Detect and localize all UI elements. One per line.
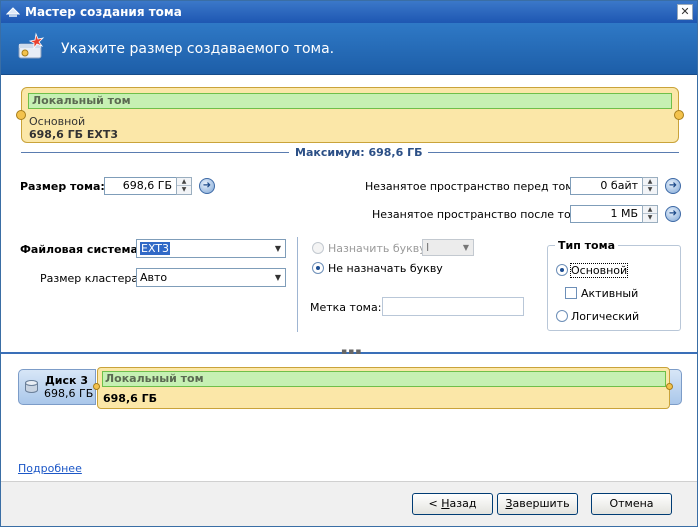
spin-down-icon[interactable]: ▼ [177, 186, 191, 194]
disk-size: 698,6 ГБ [44, 387, 94, 400]
letter-value: I [426, 241, 430, 254]
letter-select[interactable]: I ▼ [422, 239, 474, 256]
spin-up-icon[interactable]: ▲ [643, 206, 657, 214]
disk-map-left-handle[interactable] [93, 383, 100, 390]
size-label: Размер тома: [20, 180, 105, 193]
before-space-input[interactable]: 0 байт [570, 177, 643, 195]
volume-type-title: Тип тома [555, 239, 618, 252]
volume-size-fs-text: 698,6 ГБ EXT3 [29, 128, 118, 141]
logical-label: Логический [571, 310, 640, 323]
disk-map-volume[interactable]: Локальный том 698,6 ГБ [97, 367, 670, 409]
active-label: Активный [581, 287, 639, 300]
back-button[interactable]: < Назад [412, 493, 493, 515]
disk-map-right-handle[interactable] [666, 383, 673, 390]
back-rest: азад [449, 497, 477, 510]
active-checkbox[interactable] [565, 287, 577, 299]
volume-type-text: Основной [29, 115, 86, 128]
size-input[interactable]: 698,6 ГБ [104, 177, 177, 195]
app-icon [6, 7, 20, 17]
volume-size-bar[interactable]: Локальный том Основной 698,6 ГБ EXT3 [21, 87, 679, 143]
size-max-arrow-icon[interactable]: ➜ [199, 178, 215, 194]
primary-radio[interactable] [556, 264, 568, 276]
disk-map-volume-size: 698,6 ГБ [103, 392, 158, 405]
before-space-arrow-icon[interactable]: ➜ [665, 178, 681, 194]
window-title: Мастер создания тома [25, 5, 182, 19]
volume-label-input[interactable] [382, 297, 524, 316]
before-space-label: Незанятое пространство перед томом: [365, 180, 593, 193]
logical-radio[interactable] [556, 310, 568, 322]
button-bar: < Назад Завершить Отмена [1, 481, 697, 526]
splitter-grip-icon[interactable]: ▪▪▪ [341, 347, 362, 357]
no-letter-label: Не назначать букву [328, 262, 443, 275]
wizard-window: Мастер создания тома ✕ Укажите размер со… [0, 0, 698, 527]
primary-label: Основной [569, 263, 629, 278]
disk-icon [25, 380, 38, 393]
cluster-size-select[interactable]: Авто ▼ [136, 268, 286, 287]
filesystem-value: EXT3 [140, 242, 171, 255]
disk-map-volume-name: Локальный том [102, 371, 666, 387]
disk-name: Диск 3 [45, 374, 88, 387]
back-accel: Н [441, 497, 450, 510]
title-bar: Мастер создания тома ✕ [1, 1, 697, 23]
disk-header[interactable]: Диск 3 698,6 ГБ [18, 369, 96, 405]
section-divider [297, 237, 298, 332]
max-size-label: Максимум: 698,6 ГБ [289, 146, 429, 159]
spin-down-icon[interactable]: ▼ [643, 214, 657, 222]
chevron-down-icon: ▼ [274, 273, 281, 282]
spin-up-icon[interactable]: ▲ [177, 178, 191, 186]
filesystem-label: Файловая система: [20, 243, 143, 256]
filesystem-select[interactable]: EXT3 ▼ [136, 239, 286, 258]
cancel-button[interactable]: Отмена [591, 493, 672, 515]
size-spinner[interactable]: ▲ ▼ [176, 177, 192, 195]
after-space-label: Незанятое пространство после тома: [372, 208, 590, 221]
left-resize-handle[interactable] [16, 110, 26, 120]
spin-up-icon[interactable]: ▲ [643, 178, 657, 186]
assign-letter-label: Назначить букву: [328, 242, 430, 255]
after-space-spinner[interactable]: ▲ ▼ [642, 205, 658, 223]
cluster-size-label: Размер кластера: [40, 272, 142, 285]
chevron-down-icon: ▼ [274, 244, 281, 253]
no-letter-radio[interactable] [312, 262, 324, 274]
assign-letter-radio[interactable] [312, 242, 324, 254]
new-volume-wizard-icon [18, 32, 45, 59]
close-button[interactable]: ✕ [677, 4, 693, 20]
volume-label-label: Метка тома: [310, 301, 382, 314]
spin-down-icon[interactable]: ▼ [643, 186, 657, 194]
cluster-size-value: Авто [140, 271, 168, 284]
wizard-header: Укажите размер создаваемого тома. [1, 23, 697, 75]
after-space-input[interactable]: 1 МБ [570, 205, 643, 223]
right-resize-handle[interactable] [674, 110, 684, 120]
before-space-spinner[interactable]: ▲ ▼ [642, 177, 658, 195]
finish-rest: авершить [512, 497, 570, 510]
after-space-arrow-icon[interactable]: ➜ [665, 206, 681, 222]
back-prefix: < [428, 497, 442, 510]
more-details-link[interactable]: Подробнее [18, 462, 82, 475]
finish-button[interactable]: Завершить [497, 493, 578, 515]
volume-name-strip: Локальный том [28, 93, 672, 109]
page-title: Укажите размер создаваемого тома. [61, 41, 335, 57]
close-icon: ✕ [680, 5, 690, 18]
chevron-down-icon: ▼ [462, 243, 469, 252]
